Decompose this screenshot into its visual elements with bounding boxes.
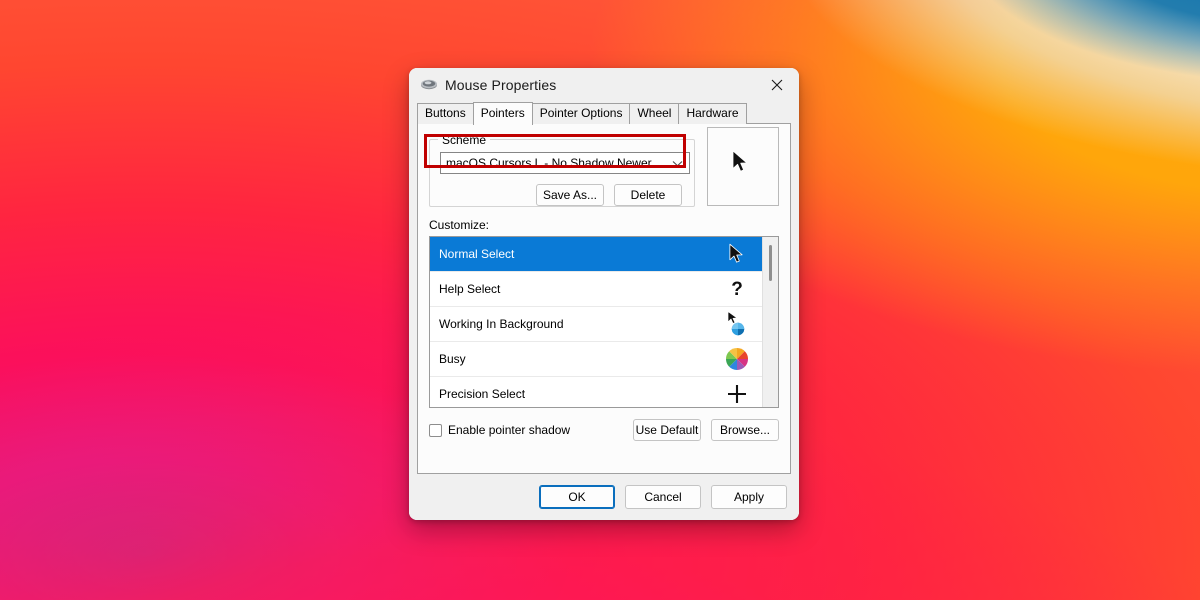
scheme-legend: Scheme bbox=[438, 133, 491, 147]
browse-button[interactable]: Browse... bbox=[711, 419, 779, 441]
list-item-label: Help Select bbox=[439, 282, 501, 296]
pointers-tab-page: Scheme macOS Cursors L - No Shadow Newer bbox=[417, 124, 791, 474]
enable-pointer-shadow-checkbox[interactable]: Enable pointer shadow bbox=[429, 423, 570, 437]
list-scrollbar[interactable] bbox=[762, 237, 778, 407]
list-item-label: Precision Select bbox=[439, 387, 526, 401]
tab-buttons[interactable]: Buttons bbox=[417, 103, 474, 124]
save-as-button[interactable]: Save As... bbox=[536, 184, 604, 206]
pointer-options-row: Enable pointer shadow Use Default Browse… bbox=[429, 419, 779, 441]
scheme-selected-value: macOS Cursors L - No Shadow Newer bbox=[446, 156, 652, 170]
chevron-down-icon bbox=[672, 153, 683, 173]
arrow-cursor-icon bbox=[720, 243, 754, 265]
list-item-working-in-background[interactable]: Working In Background bbox=[430, 306, 762, 341]
tab-wheel[interactable]: Wheel bbox=[629, 103, 680, 124]
crosshair-cursor-icon bbox=[720, 383, 754, 405]
list-item-label: Busy bbox=[439, 352, 466, 366]
enable-pointer-shadow-label: Enable pointer shadow bbox=[448, 423, 571, 437]
close-icon[interactable] bbox=[754, 68, 799, 102]
scheme-left-column: Scheme macOS Cursors L - No Shadow Newer bbox=[424, 133, 695, 207]
arrow-blue-spinner-cursor-icon bbox=[720, 311, 754, 337]
tab-pointer-options[interactable]: Pointer Options bbox=[531, 103, 631, 124]
mouse-properties-dialog: Mouse Properties Buttons Pointers Pointe… bbox=[409, 68, 799, 520]
pointer-action-buttons: Use Default Browse... bbox=[633, 419, 779, 441]
list-item-normal-select[interactable]: Normal Select bbox=[430, 237, 762, 271]
list-item-help-select[interactable]: Help Select ? bbox=[430, 271, 762, 306]
cancel-button[interactable]: Cancel bbox=[625, 485, 701, 509]
dialog-footer: OK Cancel Apply bbox=[409, 474, 799, 520]
title-bar: Mouse Properties bbox=[409, 68, 799, 102]
list-item-label: Normal Select bbox=[439, 247, 515, 261]
svg-text:?: ? bbox=[731, 279, 743, 300]
delete-button[interactable]: Delete bbox=[614, 184, 682, 206]
scheme-group-box: Scheme macOS Cursors L - No Shadow Newer bbox=[424, 133, 695, 207]
scheme-buttons: Save As... Delete bbox=[440, 184, 684, 206]
scheme-section: Scheme macOS Cursors L - No Shadow Newer bbox=[424, 127, 779, 207]
question-mark-cursor-icon: ? bbox=[720, 278, 754, 300]
scheme-dropdown[interactable]: macOS Cursors L - No Shadow Newer bbox=[440, 152, 690, 174]
desktop: Mouse Properties Buttons Pointers Pointe… bbox=[0, 0, 1200, 600]
window-title: Mouse Properties bbox=[445, 77, 557, 93]
tab-strip: Buttons Pointers Pointer Options Wheel H… bbox=[409, 102, 799, 125]
pointer-preview-box bbox=[707, 127, 779, 206]
list-item-precision-select[interactable]: Precision Select bbox=[430, 376, 762, 407]
list-scrollbar-thumb[interactable] bbox=[769, 245, 772, 281]
list-item-label: Working In Background bbox=[439, 317, 564, 331]
use-default-button[interactable]: Use Default bbox=[633, 419, 701, 441]
rainbow-pinwheel-cursor-icon bbox=[720, 347, 754, 371]
customize-list-items: Normal Select Help Select ? Working In B… bbox=[430, 237, 762, 407]
checkbox-box[interactable] bbox=[429, 423, 442, 437]
apply-button[interactable]: Apply bbox=[711, 485, 787, 509]
tab-pointers[interactable]: Pointers bbox=[472, 102, 533, 125]
tab-hardware[interactable]: Hardware bbox=[678, 103, 747, 124]
mouse-icon bbox=[420, 78, 438, 92]
ok-button[interactable]: OK bbox=[539, 485, 615, 509]
list-item-busy[interactable]: Busy bbox=[430, 341, 762, 376]
customize-list: Normal Select Help Select ? Working In B… bbox=[429, 236, 779, 408]
arrow-cursor-icon bbox=[732, 150, 750, 177]
customize-label: Customize: bbox=[429, 218, 490, 232]
